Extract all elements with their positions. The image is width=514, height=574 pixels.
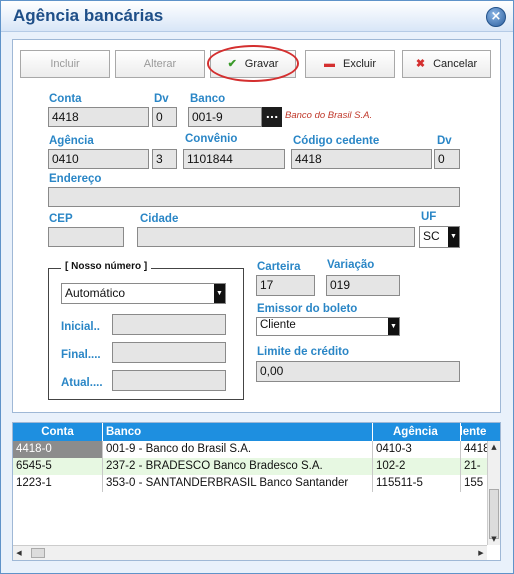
nosso-numero-title: [ Nosso número ]: [61, 261, 152, 272]
incluir-button[interactable]: Incluir: [20, 50, 110, 78]
grid-header: Conta Banco Agência Cedente: [13, 423, 500, 441]
cell-cedente: 21-: [464, 460, 481, 472]
conta-field[interactable]: 4418: [48, 107, 149, 127]
codigo-cedente-label: Código cedente: [293, 135, 380, 147]
column-header-cedente[interactable]: Cedente: [461, 423, 487, 441]
emissor-select[interactable]: Cliente ▼: [256, 317, 400, 336]
carteira-field[interactable]: 17: [256, 275, 315, 296]
chevron-down-icon: ▼: [214, 284, 225, 303]
cancelar-label: Cancelar: [433, 58, 478, 70]
excluir-button[interactable]: ▬ Excluir: [305, 50, 395, 78]
table-row[interactable]: 1223-1 353-0 - SANTANDERBRASIL Banco San…: [13, 475, 488, 492]
cell-agencia: 115511-5: [373, 475, 461, 492]
nosso-numero-mode-select[interactable]: Automático ▼: [61, 283, 226, 304]
scroll-right-icon[interactable]: ▶: [475, 546, 487, 560]
column-header-banco[interactable]: Banco: [103, 423, 373, 441]
scroll-left-icon[interactable]: ◀: [13, 546, 25, 560]
cell-conta: 6545-5: [13, 458, 103, 475]
cell-conta: 4418-0: [13, 441, 103, 458]
endereco-field[interactable]: [48, 187, 460, 207]
chevron-down-icon: ▼: [448, 227, 459, 247]
carteira-label: Carteira: [257, 261, 301, 273]
column-header-conta[interactable]: Conta: [13, 423, 103, 441]
cell-banco: 353-0 - SANTANDERBRASIL Banco Santander: [103, 475, 373, 492]
emissor-label: Emissor do boleto: [257, 303, 358, 315]
atual-field[interactable]: [112, 370, 226, 391]
incluir-label: Incluir: [50, 58, 80, 70]
final-label: Final....: [61, 349, 101, 361]
variacao-label: Variação: [327, 259, 375, 271]
highlight-ring: [207, 45, 299, 82]
main-window: Agência bancárias × Incluir Alterar ✔ Gra…: [0, 0, 514, 574]
scroll-up-icon[interactable]: ▲: [488, 441, 500, 453]
convenio-label: Convênio: [185, 133, 238, 145]
limite-label: Limite de crédito: [257, 346, 350, 358]
cell-agencia: 102-2: [373, 458, 461, 475]
cancelar-button[interactable]: ✖ Cancelar: [402, 50, 491, 78]
inicial-label: Inicial..: [61, 321, 100, 333]
cedente-header-text: Cedente: [461, 426, 487, 438]
uf-value: SC: [423, 229, 440, 243]
title-bar: Agência bancárias ×: [1, 1, 513, 32]
cell-banco: 237-2 - BRADESCO Banco Bradesco S.A.: [103, 458, 373, 475]
form-panel: Incluir Alterar ✔ Gravar ▬ Excluir ✖ Cancel…: [12, 39, 501, 413]
variacao-field[interactable]: 019: [326, 275, 400, 296]
inicial-field[interactable]: [112, 314, 226, 335]
banco-lookup-button[interactable]: ...: [262, 107, 282, 127]
scroll-thumb-horizontal[interactable]: [31, 548, 45, 558]
conta-label: Conta: [49, 93, 82, 105]
cell-cedente: 155: [464, 477, 484, 489]
banco-name-text: Banco do Brasil S.A.: [285, 110, 373, 121]
endereco-label: Endereço: [49, 173, 102, 185]
column-header-agencia[interactable]: Agência: [373, 423, 461, 441]
minus-icon: ▬: [323, 58, 335, 70]
table-row[interactable]: 6545-5 237-2 - BRADESCO Banco Bradesco S…: [13, 458, 488, 475]
cell-conta: 1223-1: [13, 475, 103, 492]
alterar-button[interactable]: Alterar: [115, 50, 205, 78]
cancel-icon: ✖: [415, 58, 426, 70]
cidade-field[interactable]: [137, 227, 415, 247]
cell-cedente: 4418: [464, 443, 487, 455]
cedente-dv-label: Dv: [437, 135, 452, 147]
window-title: Agência bancárias: [13, 6, 164, 25]
banco-field[interactable]: 001-9: [188, 107, 262, 127]
convenio-field[interactable]: 1101844: [183, 149, 285, 169]
alterar-label: Alterar: [143, 58, 177, 70]
nosso-numero-mode-value: Automático: [65, 286, 126, 300]
limite-field[interactable]: 0,00: [256, 361, 460, 382]
cidade-label: Cidade: [140, 213, 179, 225]
final-field[interactable]: [112, 342, 226, 363]
agencias-grid: Conta Banco Agência Cedente 4418-0 001-9…: [12, 422, 501, 561]
agencia-field[interactable]: 0410: [48, 149, 149, 169]
cell-banco: 001-9 - Banco do Brasil S.A.: [103, 441, 373, 458]
nosso-numero-group: [ Nosso número ] Automático ▼ Inicial.. …: [48, 261, 244, 400]
atual-label: Atual....: [61, 377, 103, 389]
emissor-value: Cliente: [260, 319, 296, 331]
cep-field[interactable]: [48, 227, 124, 247]
cedente-dv-field[interactable]: 0: [434, 149, 460, 169]
scroll-thumb[interactable]: [489, 489, 499, 539]
horizontal-scrollbar[interactable]: ◀ ▶: [13, 545, 487, 560]
scroll-down-icon[interactable]: ▼: [488, 533, 500, 545]
table-row[interactable]: 4418-0 001-9 - Banco do Brasil S.A. 0410…: [13, 441, 488, 458]
conta-dv-field[interactable]: 0: [152, 107, 177, 127]
agencia-dv-field[interactable]: 3: [152, 149, 177, 169]
uf-select[interactable]: SC ▼: [419, 226, 460, 248]
codigo-cedente-field[interactable]: 4418: [291, 149, 432, 169]
excluir-label: Excluir: [342, 58, 376, 70]
close-icon[interactable]: ×: [486, 7, 506, 27]
vertical-scrollbar[interactable]: ▲ ▼: [487, 441, 500, 545]
cep-label: CEP: [49, 213, 73, 225]
cell-agencia: 0410-3: [373, 441, 461, 458]
agencia-label: Agência: [49, 135, 94, 147]
uf-label: UF: [421, 211, 437, 223]
conta-dv-label: Dv: [154, 93, 169, 105]
chevron-down-icon: ▼: [388, 318, 399, 335]
banco-label: Banco: [190, 93, 226, 105]
